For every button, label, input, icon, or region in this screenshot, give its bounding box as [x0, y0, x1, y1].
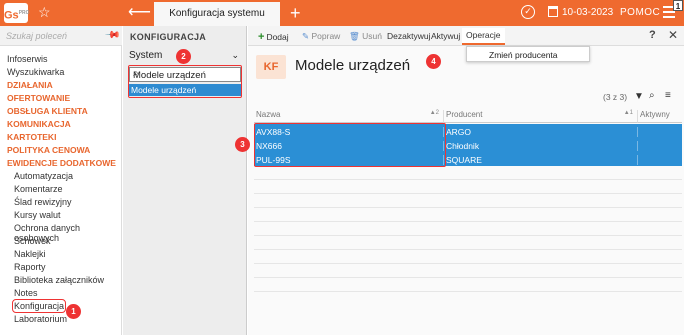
table-row-empty — [254, 166, 682, 180]
sidebar-item-ewidencje-dodatkowe[interactable]: EWIDENCJE DODATKOWE — [7, 158, 116, 168]
sidebar-item-obsługa-klienta[interactable]: OBSŁUGA KLIENTA — [7, 106, 88, 116]
calendar-icon[interactable] — [548, 6, 558, 17]
table-row-empty — [254, 194, 682, 208]
sidebar-item-biblioteka-załączników[interactable]: Biblioteka załączników — [14, 275, 104, 285]
sidebar-item-działania[interactable]: DZIAŁANIA — [7, 80, 53, 90]
add-tab-icon[interactable]: + — [290, 2, 301, 24]
sidebar-search[interactable]: Szukaj poleceń 📌 — [0, 26, 122, 46]
sidebar-item-automatyzacja[interactable]: Automatyzacja — [14, 171, 73, 181]
highlight-config-search — [128, 65, 242, 98]
back-arrow-icon[interactable]: ⟵ — [128, 3, 151, 23]
sidebar-item-kartoteki[interactable]: KARTOTEKI — [7, 132, 56, 142]
add-button[interactable]: + Dodaj — [258, 31, 289, 43]
close-icon[interactable]: ✕ — [668, 28, 678, 42]
current-date[interactable]: 10-03-2023 — [562, 7, 613, 18]
sidebar-item-infoserwis[interactable]: Infoserwis — [7, 54, 48, 64]
sidebar-item-notes[interactable]: Notes — [14, 288, 38, 298]
sidebar-item-schowek[interactable]: Schowek — [14, 236, 51, 246]
plus-icon: + — [258, 31, 265, 43]
step-marker: 3 — [235, 137, 250, 152]
cell-producer: ARGO — [444, 127, 638, 137]
sidebar-item-komunikacja[interactable]: KOMUNIKACJA — [7, 119, 71, 129]
sidebar-item-komentarze[interactable]: Komentarze — [14, 184, 63, 194]
top-bar: GsPRO ☆ ⟵ Konfiguracja systemu + ✓ 10-03… — [0, 0, 684, 26]
step-marker: 4 — [426, 54, 441, 69]
activate-button[interactable]: Aktywuj — [431, 31, 460, 41]
step-marker: 2 — [176, 49, 191, 64]
module-badge: KF — [256, 55, 286, 79]
table-row-empty — [254, 236, 682, 250]
app-logo[interactable]: GsPRO — [4, 3, 30, 23]
column-header-producer[interactable]: Producent ▲1 — [444, 110, 638, 123]
sidebar-item-laboratorium[interactable]: Laboratorium — [14, 314, 67, 324]
step-marker: 1 — [66, 304, 81, 319]
help-icon[interactable]: ? — [649, 29, 656, 41]
tab-system-config[interactable]: Konfiguracja systemu — [154, 2, 280, 26]
sidebar-item-polityka-cenowa[interactable]: POLITYKA CENOWA — [7, 145, 90, 155]
sidebar: Szukaj poleceń 📌 Infoserwis Wyszukiwarka D… — [0, 26, 122, 335]
sidebar-item-naklejki[interactable]: Naklejki — [14, 249, 46, 259]
menu-badge: 1 — [673, 0, 683, 11]
highlight-rows — [254, 123, 446, 167]
table-row-empty — [254, 222, 682, 236]
favorites-star-icon[interactable]: ☆ — [38, 4, 51, 21]
toolbar: + Dodaj ✎ Popraw 🗑 Usuń Dezaktywuj Aktywu… — [248, 26, 684, 46]
sidebar-item-ofertowanie[interactable]: OFERTOWANIE — [7, 93, 70, 103]
sidebar-item-kursy-walut[interactable]: Kursy walut — [14, 210, 61, 220]
table-row-empty — [254, 264, 682, 278]
delete-button[interactable]: 🗑 Usuń — [349, 31, 382, 42]
table-row-empty — [254, 250, 682, 264]
search-icon[interactable]: ⌕ — [649, 90, 655, 101]
pin-icon[interactable]: 📌 — [104, 27, 121, 44]
table-row-empty — [254, 208, 682, 222]
sort-up-icon: ▲1 — [623, 110, 633, 116]
sidebar-item-konfiguracja[interactable]: Konfiguracja — [11, 299, 67, 313]
filter-icon[interactable]: ▼ — [634, 91, 644, 102]
record-count: (3 z 3) — [603, 92, 628, 102]
cell-producer: SQUARE — [444, 155, 638, 165]
column-header-name[interactable]: Nazwa ▲2 — [254, 110, 444, 123]
help-link[interactable]: POMOC — [620, 7, 660, 18]
operations-menu[interactable]: Operacje — [462, 28, 505, 45]
table-row-empty — [254, 278, 682, 292]
sort-up-icon: ▲2 — [429, 110, 439, 116]
table-row-empty — [254, 180, 682, 194]
main-panel: + Dodaj ✎ Popraw 🗑 Usuń Dezaktywuj Aktywu… — [248, 26, 684, 335]
task-check-icon[interactable]: ✓ — [521, 5, 535, 19]
chevron-down-icon: ⌄ — [231, 50, 239, 60]
trash-icon: 🗑 — [349, 31, 360, 41]
deactivate-button[interactable]: Dezaktywuj — [387, 31, 430, 41]
sidebar-item-wyszukiwarka[interactable]: Wyszukiwarka — [7, 67, 64, 77]
dropdown-change-producer[interactable]: Zmień producenta — [466, 46, 590, 62]
edit-button[interactable]: ✎ Popraw — [302, 31, 340, 42]
cell-producer: Chłodnik — [444, 141, 638, 151]
sidebar-item-ślad-rewizyjny[interactable]: Ślad rewizyjny — [14, 197, 72, 207]
page-title: Modele urządzeń — [295, 57, 411, 74]
config-title: KONFIGURACJA — [130, 32, 207, 42]
pencil-icon: ✎ — [302, 31, 310, 41]
sidebar-item-raporty[interactable]: Raporty — [14, 262, 46, 272]
sidebar-search-input[interactable]: Szukaj poleceń — [6, 31, 67, 41]
column-header-active[interactable]: Aktywny — [638, 110, 682, 123]
menu-lines-icon[interactable]: ≡ — [665, 90, 671, 101]
